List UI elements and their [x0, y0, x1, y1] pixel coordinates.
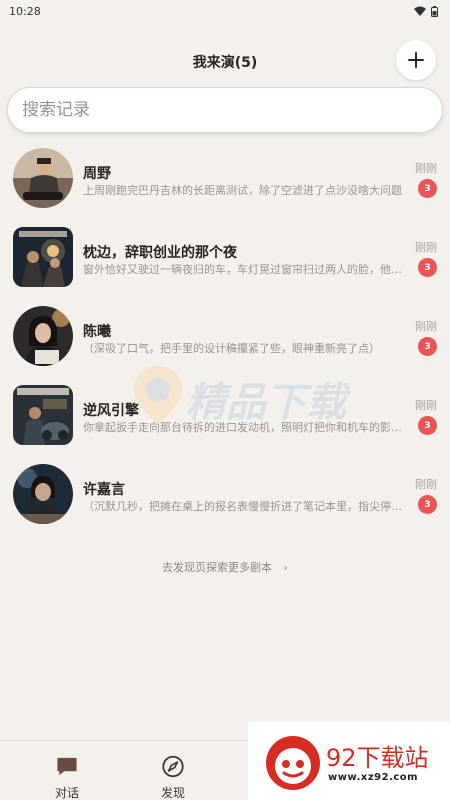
battery-icon — [431, 5, 438, 17]
chat-time: 刚刚 — [415, 241, 437, 254]
search-box[interactable] — [7, 87, 443, 133]
tab-discover-label: 发现 — [160, 786, 185, 800]
plus-icon — [408, 52, 424, 68]
chat-time: 刚刚 — [415, 162, 437, 175]
unread-badge: 3 — [418, 179, 437, 198]
tab-chat[interactable]: 对话 — [37, 755, 97, 800]
chat-item[interactable]: 周野 上周刚跑完巴丹吉林的长距离测试，除了空滤进了点沙没啥大问题 刚刚 3 — [0, 138, 450, 217]
search-input[interactable] — [22, 88, 428, 132]
chevron-right-icon: › — [283, 561, 288, 574]
discover-more-label: 去发现页探索更多剧本 — [162, 561, 273, 574]
chat-time: 刚刚 — [415, 320, 437, 333]
brand-name: 92下载站 — [326, 744, 429, 772]
compass-icon — [162, 755, 184, 778]
wifi-icon — [414, 6, 426, 16]
chat-name: 许嘉言 — [83, 482, 125, 498]
chat-name: 陈曦 — [83, 324, 111, 340]
chat-preview: 上周刚跑完巴丹吉林的长距离测试，除了空滤进了点沙没啥大问题 — [83, 184, 402, 197]
chat-list: 周野 上周刚跑完巴丹吉林的长距离测试，除了空滤进了点沙没啥大问题 刚刚 3 枕边… — [0, 138, 450, 533]
avatar — [13, 464, 73, 524]
avatar-image — [13, 227, 73, 287]
unread-badge: 3 — [418, 495, 437, 514]
page-title: 我来演(5) — [192, 55, 258, 71]
chat-item[interactable]: 陈曦 （深吸了口气，把手里的设计稿攥紧了些，眼神重新亮了点） 刚刚 3 — [0, 296, 450, 375]
chat-name: 枕边，辞职创业的那个夜 — [83, 245, 237, 261]
unread-badge: 3 — [418, 416, 437, 435]
unread-badge: 3 — [418, 337, 437, 356]
add-button[interactable] — [396, 40, 436, 80]
chat-preview: （沉默几秒，把摊在桌上的报名表慢慢折进了笔记本里，指尖停了停） — [83, 500, 409, 513]
status-icons — [414, 5, 438, 17]
discover-more-link[interactable]: 去发现页探索更多剧本 › — [0, 559, 450, 575]
chat-item[interactable]: 许嘉言 （沉默几秒，把摊在桌上的报名表慢慢折进了笔记本里，指尖停了停） 刚刚 3 — [0, 454, 450, 533]
chat-name: 逆风引擎 — [83, 403, 139, 419]
brand-logo-icon — [266, 736, 320, 790]
chat-preview: 窗外恰好又驶过一辆夜归的车，车灯晃过窗帘扫过两人的脸，他的眼神 — [83, 263, 409, 276]
tab-discover[interactable]: 发现 — [143, 755, 203, 800]
unread-badge: 3 — [418, 258, 437, 277]
brand-url: www.xz92.com — [328, 772, 419, 783]
tab-chat-label: 对话 — [54, 786, 79, 800]
avatar-image — [13, 306, 73, 366]
avatar — [13, 306, 73, 366]
status-bar: 10:28 — [0, 0, 450, 22]
chat-time: 刚刚 — [415, 399, 437, 412]
chat-preview: 你拿起扳手走向那台待拆的进口发动机，照明灯把你和机车的影子拉长 — [83, 421, 409, 434]
avatar-image — [13, 464, 73, 524]
avatar — [13, 385, 73, 445]
brand-badge: 92下载站 www.xz92.com — [248, 722, 450, 800]
chat-name: 周野 — [83, 166, 111, 182]
header: 我来演(5) — [0, 38, 450, 82]
chat-preview: （深吸了口气，把手里的设计稿攥紧了些，眼神重新亮了点） — [83, 342, 380, 355]
status-time: 10:28 — [9, 4, 41, 18]
chat-item[interactable]: 逆风引擎 你拿起扳手走向那台待拆的进口发动机，照明灯把你和机车的影子拉长 刚刚 … — [0, 375, 450, 454]
avatar — [13, 227, 73, 287]
avatar — [13, 148, 73, 208]
chat-item[interactable]: 枕边，辞职创业的那个夜 窗外恰好又驶过一辆夜归的车，车灯晃过窗帘扫过两人的脸，他… — [0, 217, 450, 296]
avatar-image — [13, 385, 73, 445]
chat-bubble-icon — [57, 757, 77, 776]
avatar-image — [13, 148, 73, 208]
chat-time: 刚刚 — [415, 478, 437, 491]
